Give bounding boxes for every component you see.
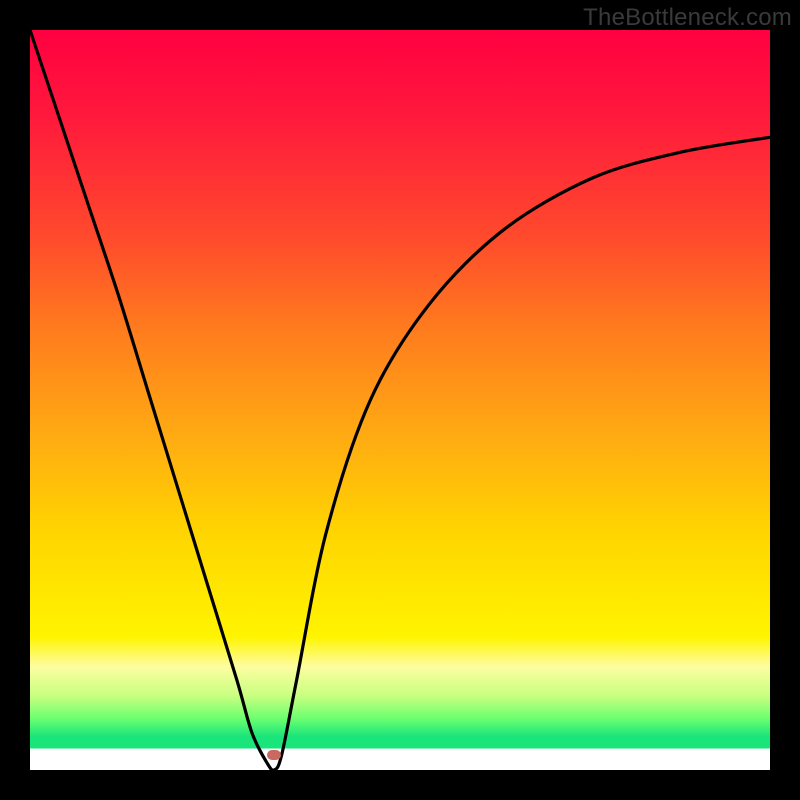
watermark-text: TheBottleneck.com <box>583 4 792 32</box>
chart-marker-dot <box>267 750 281 760</box>
chart-plot-area <box>30 30 770 770</box>
chart-curve-svg <box>30 30 770 770</box>
bottleneck-curve-line <box>30 30 770 770</box>
